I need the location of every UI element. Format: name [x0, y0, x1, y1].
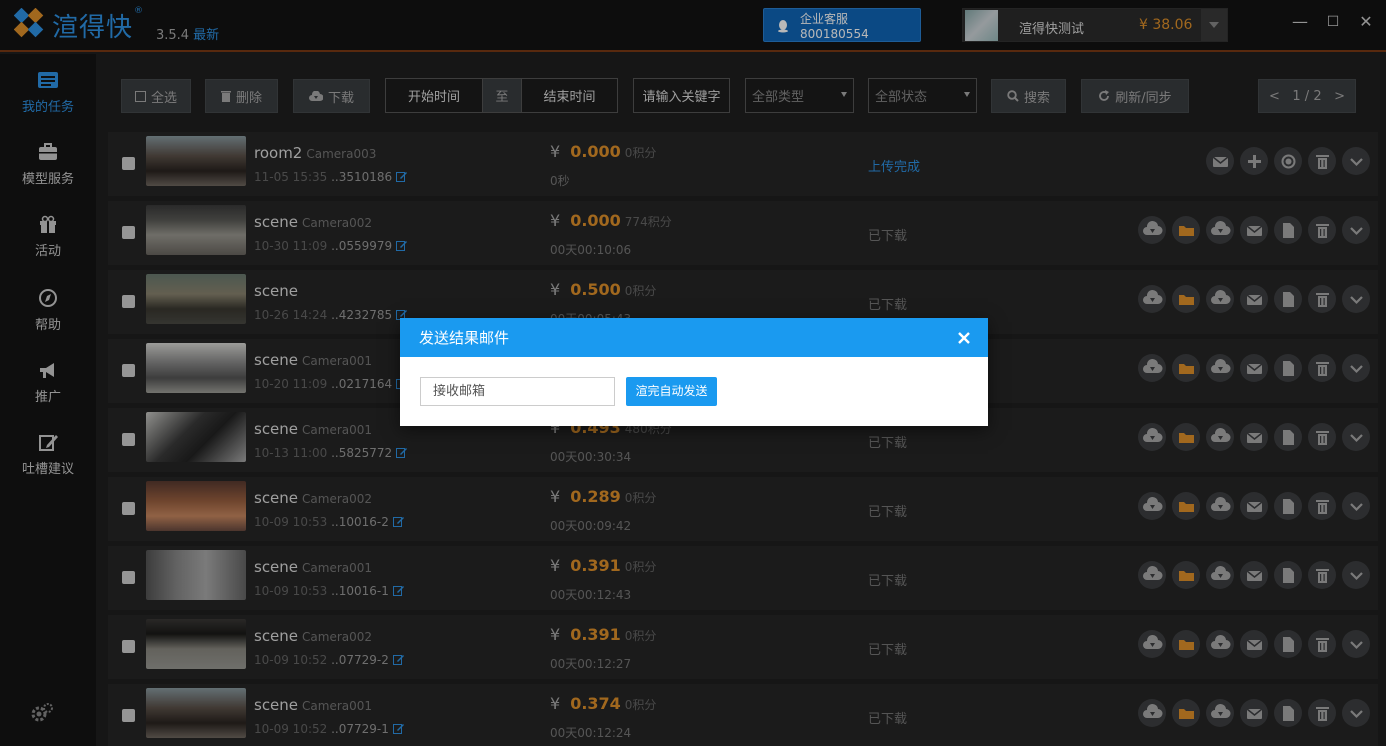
send-email-dialog: 发送结果邮件 接收邮箱 渲完自动发送 — [400, 318, 988, 426]
dialog-title: 发送结果邮件 — [419, 329, 510, 347]
auto-send-button[interactable]: 渲完自动发送 — [626, 377, 717, 406]
app-window: 渲得快 ® 3.5.4 最新 企业客服 800180554 渲得快测试 ¥ 38.… — [0, 0, 1386, 746]
close-icon[interactable] — [956, 330, 972, 346]
email-field[interactable]: 接收邮箱 — [420, 377, 615, 406]
dialog-header: 发送结果邮件 — [400, 318, 988, 357]
